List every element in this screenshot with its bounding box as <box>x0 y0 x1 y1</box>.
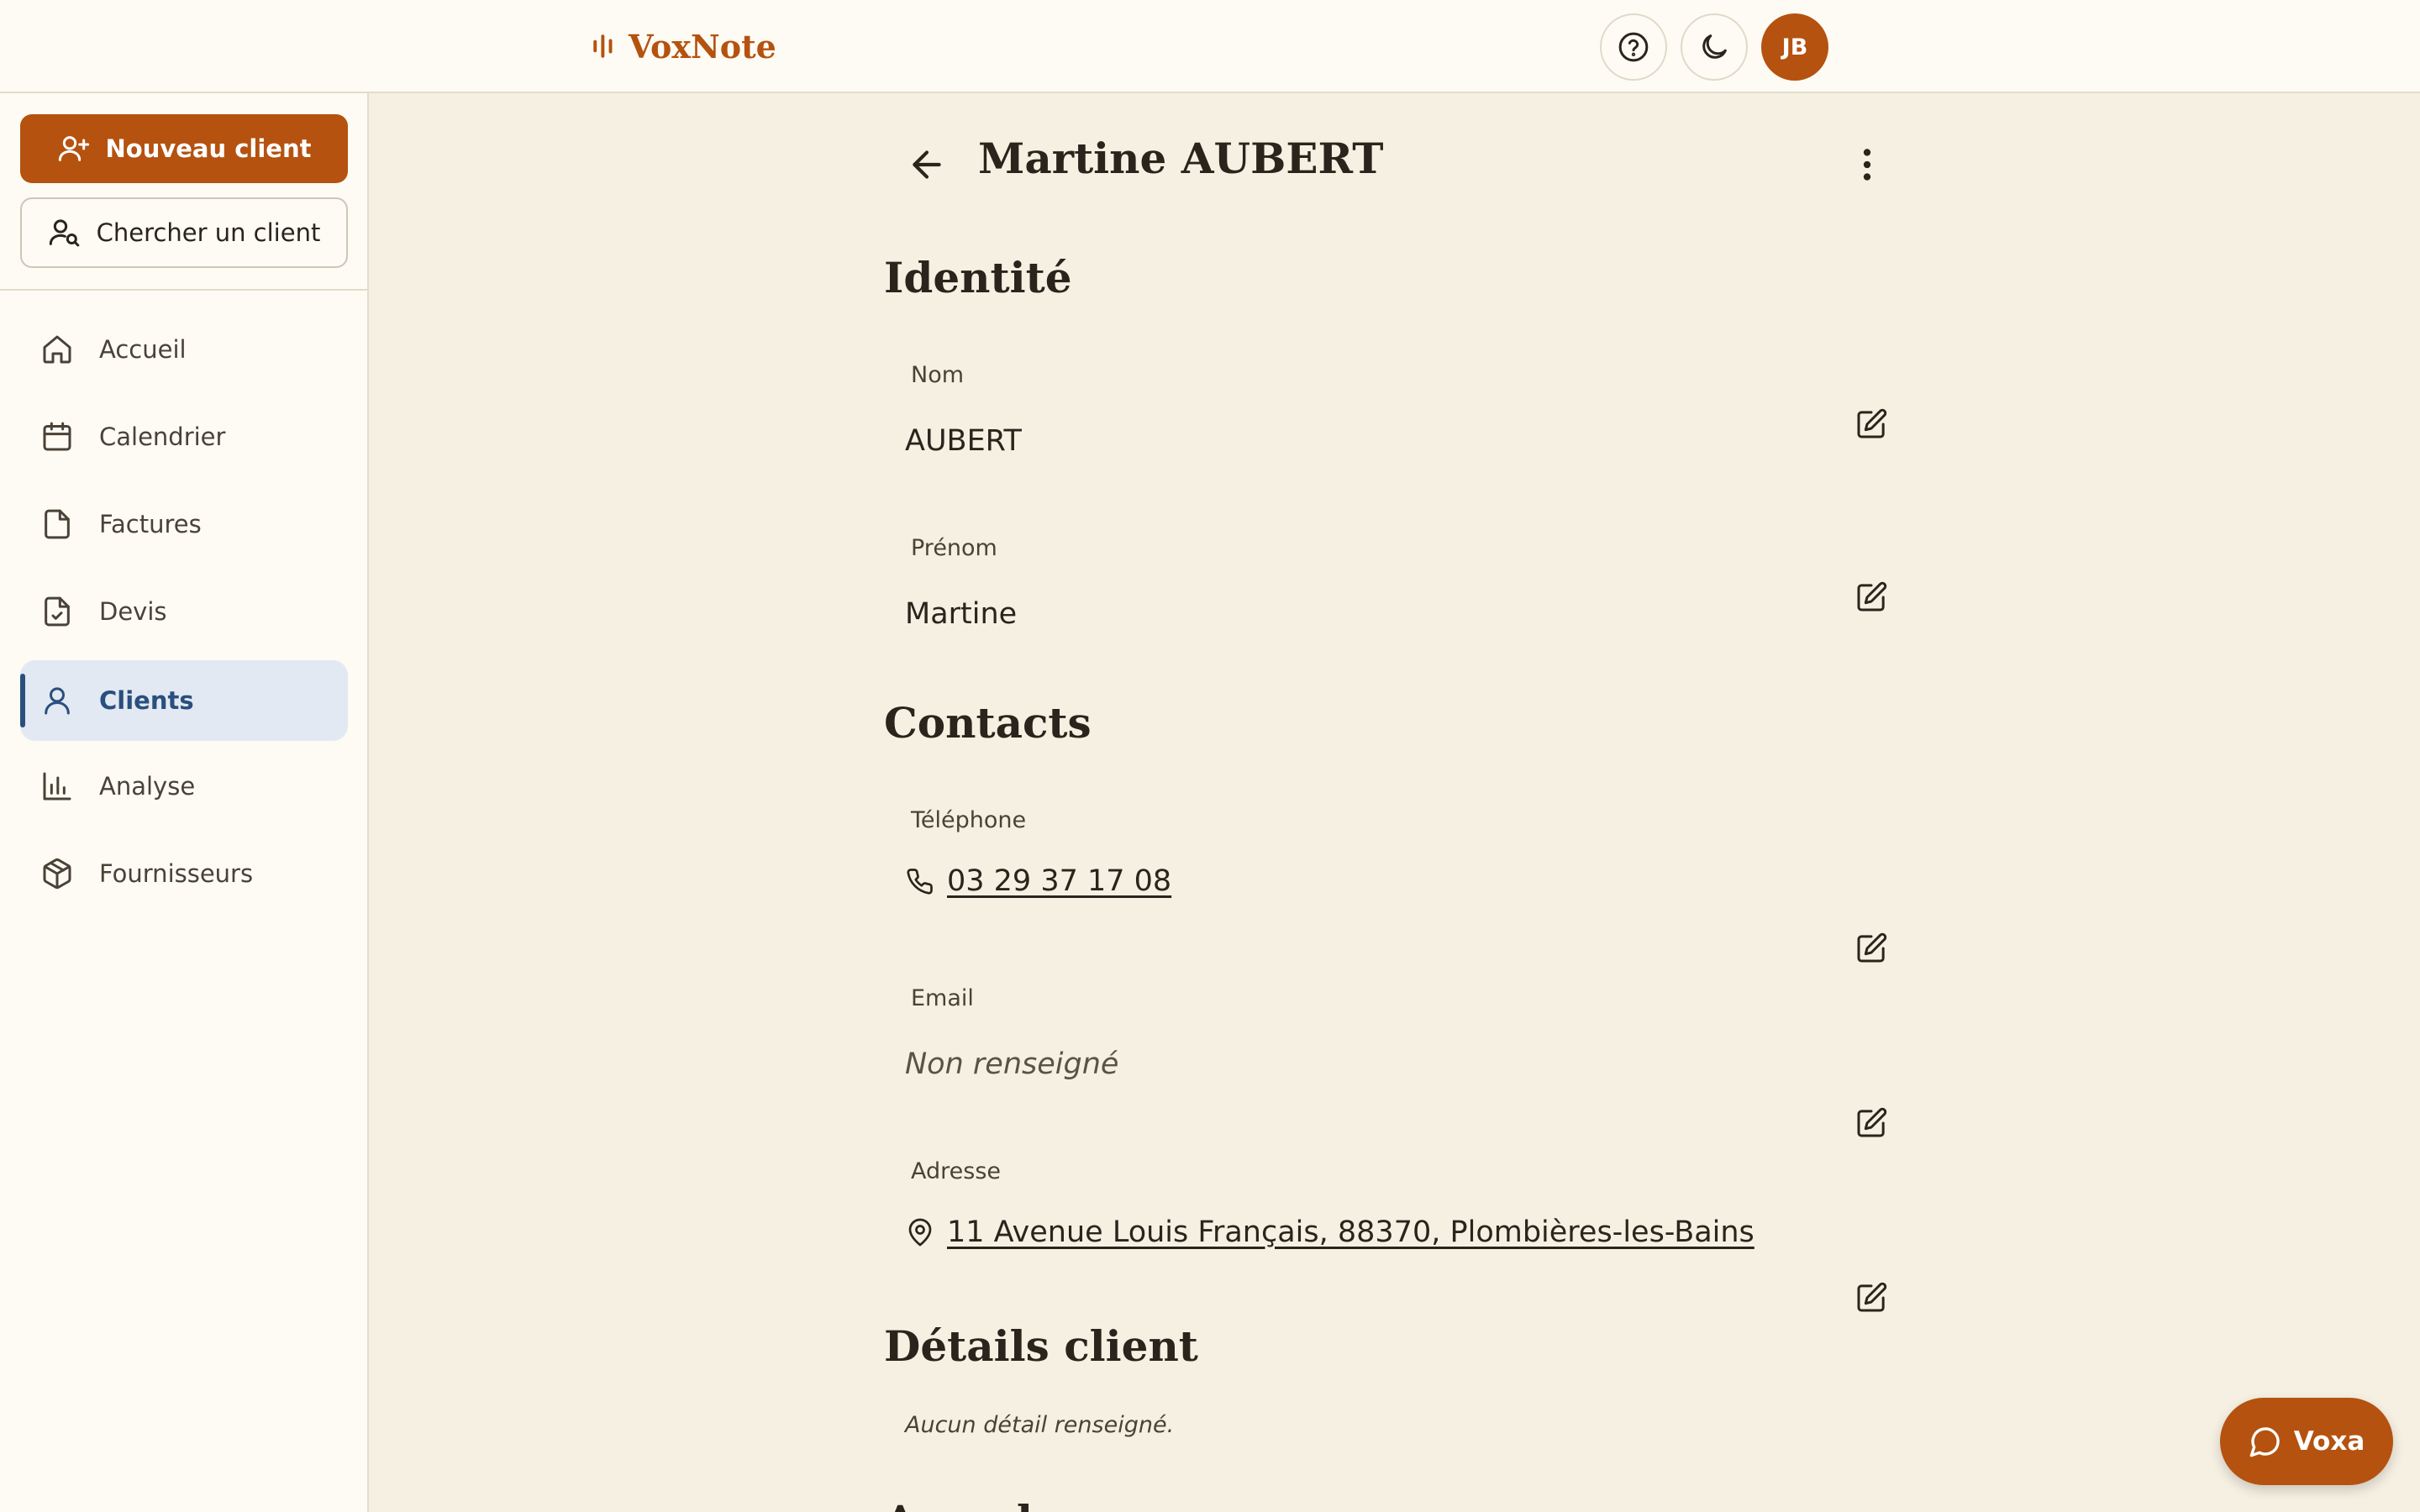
more-options-icon[interactable] <box>1846 144 1888 186</box>
sidebar-item-clients[interactable]: Clients <box>20 660 348 741</box>
details-empty-text: Aucun détail renseigné. <box>905 1412 1175 1438</box>
voxa-assistant-button[interactable]: Voxa <box>2220 1398 2393 1485</box>
bar-chart-icon <box>43 772 71 801</box>
file-icon <box>45 509 70 539</box>
sidebar-item-label: Fournisseurs <box>99 859 254 888</box>
map-pin-icon <box>908 1218 932 1247</box>
sidebar-item-accueil[interactable]: Accueil <box>20 309 348 390</box>
field-value-prenom: Martine <box>905 597 1017 631</box>
field-value-telephone[interactable]: 03 29 37 17 08 <box>905 864 1171 898</box>
nom-text: AUBERT <box>905 424 1022 458</box>
field-label-email: Email <box>911 985 974 1011</box>
field-label-prenom: Prénom <box>911 535 997 561</box>
moon-icon <box>1702 34 1727 59</box>
file-check-icon <box>45 596 70 627</box>
field-value-email: Non renseigné <box>905 1047 1118 1081</box>
help-icon <box>1618 32 1649 62</box>
field-label-adresse: Adresse <box>911 1158 1001 1184</box>
sidebar-item-label: Clients <box>99 686 194 715</box>
sidebar-item-devis[interactable]: Devis <box>20 571 348 652</box>
user-icon <box>45 687 70 715</box>
home-icon <box>43 335 71 364</box>
field-label-telephone: Téléphone <box>911 807 1027 833</box>
chat-bubble-icon <box>2249 1427 2280 1457</box>
page-title: Martine AUBERT <box>978 134 1384 183</box>
new-client-label: Nouveau client <box>105 134 312 163</box>
app-logo[interactable]: VoxNote <box>592 25 776 67</box>
edit-nom-icon[interactable] <box>1854 407 1888 441</box>
sidebar-item-analyse[interactable]: Analyse <box>20 746 348 827</box>
sidebar-item-label: Analyse <box>99 772 196 801</box>
search-client-label: Chercher un client <box>96 218 321 247</box>
telephone-link[interactable]: 03 29 37 17 08 <box>947 864 1171 898</box>
client-detail-panel: Martine AUBERT Identité Nom AUBERT Préno… <box>371 93 2420 1512</box>
section-title-details: Détails client <box>884 1321 1198 1371</box>
sidebar-item-factures[interactable]: Factures <box>20 484 348 564</box>
calendar-icon <box>43 422 71 451</box>
back-arrow-icon[interactable] <box>906 144 948 186</box>
voxa-label: Voxa <box>2293 1426 2365 1457</box>
top-header: VoxNote JB <box>0 0 2420 93</box>
sidebar-item-label: Devis <box>99 597 167 626</box>
section-title-next: Agenda <box>884 1496 1060 1512</box>
prenom-text: Martine <box>905 597 1018 631</box>
user-plus-icon <box>58 136 89 161</box>
package-icon <box>43 858 71 890</box>
sidebar-divider <box>0 289 367 291</box>
section-title-identity: Identité <box>884 253 1072 302</box>
user-search-icon <box>49 219 79 247</box>
field-label-nom: Nom <box>911 362 965 388</box>
user-avatar[interactable]: JB <box>1761 13 1828 81</box>
phone-icon <box>907 869 933 895</box>
sidebar-item-label: Calendrier <box>99 423 226 451</box>
edit-adresse-icon[interactable] <box>1854 1281 1888 1315</box>
field-value-nom: AUBERT <box>905 424 1022 458</box>
new-client-button[interactable]: Nouveau client <box>20 114 348 183</box>
sidebar: Nouveau client Chercher un client Accuei… <box>0 93 369 1512</box>
sidebar-item-calendrier[interactable]: Calendrier <box>20 396 348 477</box>
section-title-contacts: Contacts <box>884 698 1092 748</box>
edit-prenom-icon[interactable] <box>1854 580 1888 614</box>
sidebar-item-fournisseurs[interactable]: Fournisseurs <box>20 833 348 914</box>
help-button[interactable] <box>1600 13 1667 81</box>
sound-wave-icon <box>593 34 613 58</box>
sidebar-item-label: Factures <box>99 510 202 538</box>
app-name: VoxNote <box>629 27 776 66</box>
edit-telephone-icon[interactable] <box>1854 932 1888 965</box>
edit-email-icon[interactable] <box>1854 1106 1888 1140</box>
theme-toggle-button[interactable] <box>1681 13 1748 81</box>
email-text: Non renseigné <box>905 1047 1119 1081</box>
field-value-adresse[interactable]: 11 Avenue Louis Français, 88370, Plombiè… <box>905 1215 1754 1249</box>
sidebar-item-label: Accueil <box>99 335 187 364</box>
search-client-button[interactable]: Chercher un client <box>20 197 348 268</box>
adresse-link[interactable]: 11 Avenue Louis Français, 88370, Plombiè… <box>947 1215 1754 1249</box>
